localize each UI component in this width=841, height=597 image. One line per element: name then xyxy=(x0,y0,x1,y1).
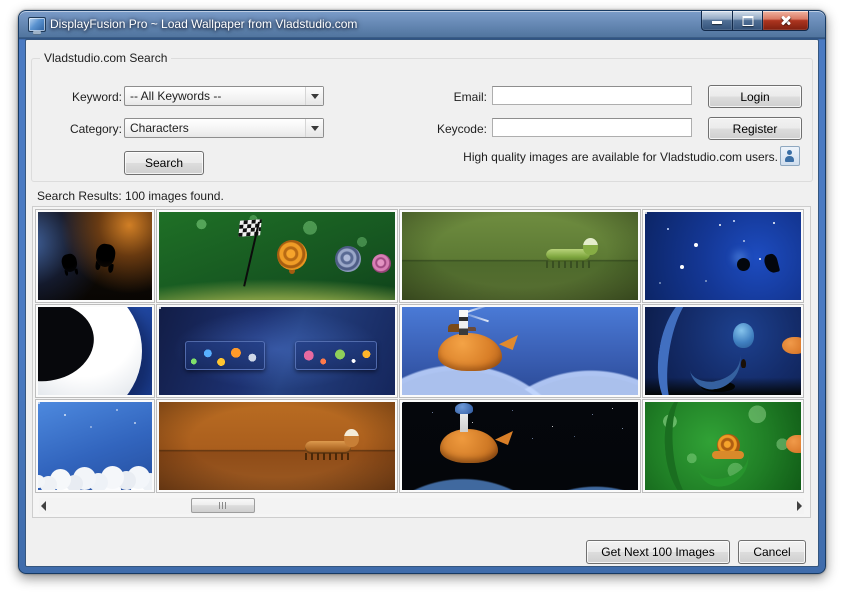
horizontal-scrollbar[interactable] xyxy=(39,498,804,514)
green-snail-art-shape xyxy=(786,435,803,453)
keyword-dropdown-value: -- All Keywords -- xyxy=(125,89,305,103)
close-button[interactable] xyxy=(763,11,809,31)
whale-night-art-shape xyxy=(440,429,498,463)
user-icon[interactable] xyxy=(780,146,800,166)
thumbnail-whale-night[interactable] xyxy=(400,400,640,492)
thumbnail-whale-day[interactable] xyxy=(400,305,640,397)
green-snail-art-shape xyxy=(712,451,744,459)
space-shelves-art-shape xyxy=(185,341,265,370)
register-button[interactable]: Register xyxy=(708,117,802,140)
category-label: Category: xyxy=(42,122,122,136)
night-garden-art-shape xyxy=(733,323,754,348)
title-bar[interactable]: DisplayFusion Pro ~ Load Wallpaper from … xyxy=(19,11,825,39)
footer-buttons: Get Next 100 Images Cancel xyxy=(586,540,806,564)
ants-night-art-shape xyxy=(60,253,78,274)
green-caterpillar-art-shape xyxy=(546,261,590,268)
dialog-content: Vladstudio.com Search Keyword: -- All Ke… xyxy=(25,39,819,567)
thumbnail-grid xyxy=(36,210,807,492)
snail-race-art-shape xyxy=(372,254,391,273)
orange-caterpillar-art-shape xyxy=(305,453,351,460)
keyword-dropdown[interactable]: -- All Keywords -- xyxy=(124,86,324,106)
keycode-label: Keycode: xyxy=(415,122,487,136)
winking-sky-art-shape xyxy=(763,253,780,275)
chevron-down-icon xyxy=(305,119,323,137)
login-button[interactable]: Login xyxy=(708,85,802,108)
thumbnail-cloud-foam[interactable] xyxy=(36,400,154,492)
maximize-button[interactable] xyxy=(733,11,763,31)
thumbnail-ants-night[interactable] xyxy=(36,210,154,302)
thumbnail-space-shelves[interactable] xyxy=(157,305,397,397)
maximize-icon xyxy=(742,16,753,26)
night-garden-art-shape xyxy=(701,381,735,392)
search-groupbox: Vladstudio.com Search Keyword: -- All Ke… xyxy=(31,58,813,182)
dialog-window: DisplayFusion Pro ~ Load Wallpaper from … xyxy=(18,10,826,574)
chevron-down-icon xyxy=(305,87,323,105)
green-snail-art-shape xyxy=(717,434,740,457)
email-field[interactable] xyxy=(492,86,692,105)
ants-night-art-shape xyxy=(94,243,116,268)
thumbnail-green-caterpillar[interactable] xyxy=(400,210,640,302)
thumbnail-winking-sky[interactable] xyxy=(643,210,803,302)
thumbnail-snail-race[interactable] xyxy=(157,210,397,302)
window-title: DisplayFusion Pro ~ Load Wallpaper from … xyxy=(50,17,357,31)
keycode-field[interactable] xyxy=(492,118,692,137)
search-group-label: Vladstudio.com Search xyxy=(40,51,171,65)
category-dropdown-value: Characters xyxy=(125,121,305,135)
cancel-button[interactable]: Cancel xyxy=(738,540,806,564)
close-icon xyxy=(780,15,791,26)
thumbnail-night-garden[interactable] xyxy=(643,305,803,397)
space-shelves-art-shape xyxy=(295,341,377,370)
caption-buttons xyxy=(701,11,809,31)
night-garden-art-shape xyxy=(782,337,803,354)
app-monitor-icon xyxy=(28,17,46,32)
whale-night-art-shape xyxy=(460,410,468,432)
snail-race-art-shape xyxy=(277,240,307,270)
thumbnail-green-snail[interactable] xyxy=(643,400,803,492)
category-dropdown[interactable]: Characters xyxy=(124,118,324,138)
minimize-icon xyxy=(712,21,722,24)
search-button[interactable]: Search xyxy=(124,151,204,175)
whale-day-art-shape xyxy=(459,310,468,335)
results-panel xyxy=(32,206,811,518)
robot-eye-art-shape xyxy=(44,332,83,359)
scroll-left-icon[interactable] xyxy=(41,501,46,511)
snail-race-art-shape xyxy=(335,246,361,272)
get-next-images-button[interactable]: Get Next 100 Images xyxy=(586,540,730,564)
scroll-right-icon[interactable] xyxy=(797,501,802,511)
minimize-button[interactable] xyxy=(701,11,733,31)
email-label: Email: xyxy=(422,90,487,104)
thumbnail-robot-eye[interactable] xyxy=(36,305,154,397)
scrollbar-thumb[interactable] xyxy=(191,498,255,513)
high-quality-note: High quality images are available for Vl… xyxy=(463,150,778,164)
thumbnail-orange-caterpillar[interactable] xyxy=(157,400,397,492)
whale-night-art-shape xyxy=(495,431,513,445)
whale-day-art-shape xyxy=(499,335,518,350)
keyword-label: Keyword: xyxy=(42,90,122,104)
results-status: Search Results: 100 images found. xyxy=(37,189,224,203)
